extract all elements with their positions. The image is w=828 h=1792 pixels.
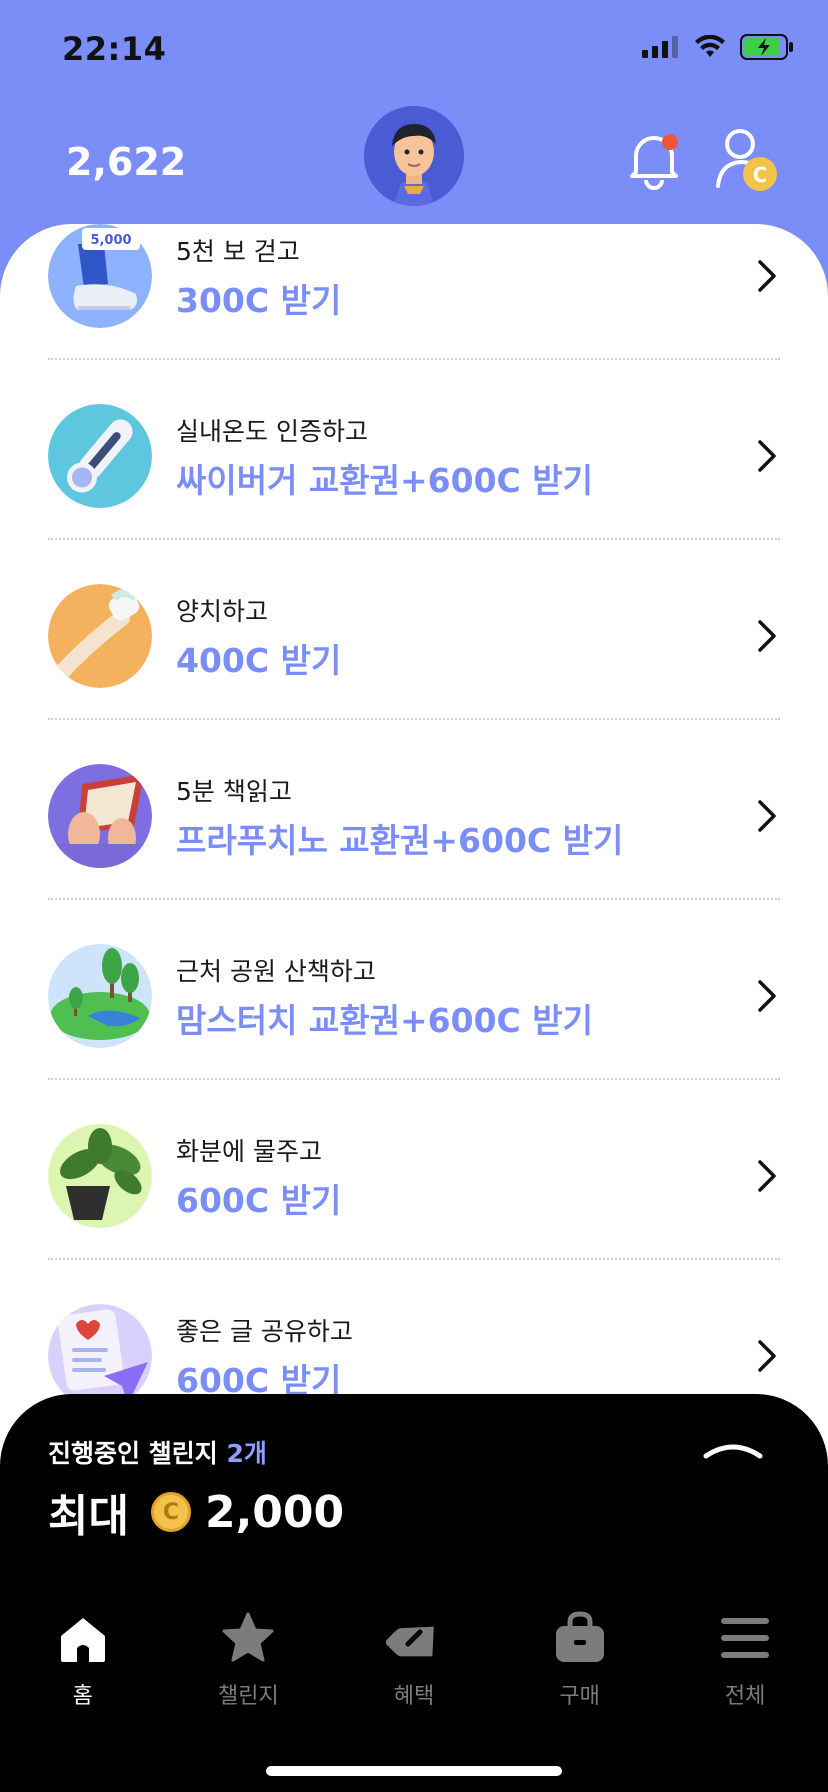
sneaker-icon: 5,000: [48, 224, 152, 328]
svg-text:5,000: 5,000: [90, 233, 131, 248]
list-item[interactable]: 화분에 물주고 600C 받기: [0, 1080, 828, 1260]
tab-label: 구매: [559, 1684, 600, 1709]
park-icon: [48, 944, 152, 1048]
item-subtitle: 좋은 글 공유하고: [176, 1317, 353, 1346]
star-icon: [222, 1612, 274, 1662]
avatar[interactable]: [364, 106, 464, 206]
status-time: 22:14: [62, 30, 167, 68]
tab-bar: 홈 챌린지 혜택 구매 전체: [0, 1594, 828, 1714]
tab-challenge[interactable]: 챌린지: [166, 1594, 332, 1714]
chevron-right-icon: [758, 980, 776, 1012]
profile-coin-icon[interactable]: C: [712, 126, 778, 192]
max-value: 2,000: [204, 1486, 345, 1538]
notification-bell-icon[interactable]: [626, 128, 682, 190]
plant-icon: [48, 1124, 152, 1228]
challenge-count: 2개: [226, 1439, 267, 1468]
home-indicator: [266, 1766, 562, 1776]
book-icon: [48, 764, 152, 868]
tag-icon: [385, 1626, 434, 1657]
item-subtitle: 화분에 물주고: [176, 1137, 322, 1166]
chevron-right-icon: [758, 440, 776, 472]
tab-label: 혜택: [393, 1684, 435, 1709]
chevron-right-icon: [758, 800, 776, 832]
list-item[interactable]: 5,000 5천 보 걷고 300C 받기: [0, 224, 828, 360]
menu-icon: [721, 1618, 770, 1658]
item-reward: 300C 받기: [176, 281, 342, 320]
item-subtitle: 양치하고: [176, 597, 269, 626]
item-reward: 400C 받기: [176, 641, 342, 680]
toothbrush-icon: [48, 584, 152, 688]
chevron-right-icon: [758, 1340, 776, 1372]
item-subtitle: 5천 보 걷고: [176, 237, 300, 266]
item-subtitle: 5분 책읽고: [176, 777, 292, 806]
item-reward: 맘스터치 교환권+600C 받기: [176, 1001, 593, 1040]
top-header: 2,622 C: [0, 100, 828, 225]
wifi-icon: [695, 35, 725, 57]
chevron-right-icon: [758, 620, 776, 652]
tab-purchase[interactable]: 구매: [497, 1594, 663, 1714]
item-reward: 싸이버거 교환권+600C 받기: [176, 461, 593, 500]
tab-label: 전체: [724, 1684, 766, 1709]
tab-benefit[interactable]: 혜택: [331, 1594, 497, 1714]
chevron-right-icon: [758, 260, 776, 292]
list-item[interactable]: 실내온도 인증하고 싸이버거 교환권+600C 받기: [0, 360, 828, 540]
challenge-bottom-sheet: 진행중인 챌린지 2개 최대 C 2,000 홈 챌린지 혜택 구매 전체: [0, 1394, 828, 1792]
home-icon: [60, 1618, 105, 1662]
chevron-right-icon: [758, 1160, 776, 1192]
svg-text:C: C: [753, 163, 768, 187]
reward-list: 5,000 5천 보 걷고 300C 받기 실내온도 인증하고 싸이버거 교환권…: [0, 224, 828, 1440]
tab-all[interactable]: 전체: [662, 1594, 828, 1714]
tab-label: 홈: [72, 1684, 93, 1709]
challenge-summary[interactable]: 진행중인 챌린지 2개: [48, 1434, 267, 1470]
list-item[interactable]: 양치하고 400C 받기: [0, 540, 828, 720]
item-reward: 600C 받기: [176, 1181, 342, 1220]
tab-home[interactable]: 홈: [0, 1594, 166, 1714]
tab-label: 챌린지: [218, 1684, 279, 1709]
avatar-character-icon: [364, 106, 464, 206]
coin-icon: C: [150, 1492, 191, 1532]
list-item[interactable]: 근처 공원 산책하고 맘스터치 교환권+600C 받기: [0, 900, 828, 1080]
list-item[interactable]: 5분 책읽고 프라푸치노 교환권+600C 받기: [0, 720, 828, 900]
expand-sheet-icon[interactable]: [702, 1440, 764, 1462]
max-label: 최대: [48, 1491, 129, 1542]
status-bar: 22:14: [0, 0, 828, 100]
challenge-label: 진행중인 챌린지: [48, 1439, 218, 1468]
thermometer-icon: [48, 404, 152, 508]
item-subtitle: 근처 공원 산책하고: [176, 957, 376, 986]
item-reward: 프라푸치노 교환권+600C 받기: [176, 821, 624, 860]
item-subtitle: 실내온도 인증하고: [176, 417, 368, 446]
points-balance: 2,622: [66, 140, 187, 184]
share-letter-icon: [48, 1304, 152, 1408]
challenge-max-reward: 최대 C 2,000: [48, 1480, 344, 1544]
signal-icon: [642, 36, 678, 58]
battery-icon: [740, 34, 793, 60]
status-icons: [642, 34, 794, 60]
bag-icon: [555, 1611, 604, 1662]
